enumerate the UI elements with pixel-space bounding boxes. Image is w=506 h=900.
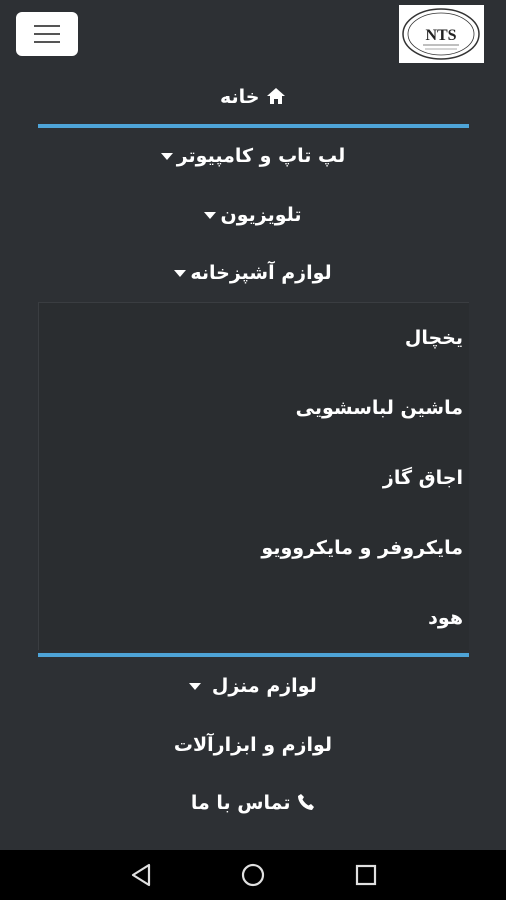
nav-item-kitchen[interactable]: لوازم آشپزخانه — [0, 262, 506, 284]
back-triangle-icon[interactable] — [127, 861, 155, 889]
svg-text:NTS: NTS — [425, 27, 456, 44]
system-navigation-bar — [0, 850, 506, 900]
submenu-item-microwave[interactable]: مایکروفر و مایکروویو — [261, 537, 463, 559]
home-circle-icon[interactable] — [239, 861, 267, 889]
nav-item-tools[interactable]: لوازم و ابزارآلات — [0, 734, 506, 756]
top-bar: NTS — [0, 0, 506, 70]
phone-icon — [298, 794, 315, 810]
nav-item-home-label: خانه — [219, 86, 260, 108]
nav-item-home[interactable]: خانه — [0, 86, 506, 108]
chevron-down-icon — [160, 153, 173, 160]
hamburger-icon-line — [34, 33, 60, 35]
nav-item-laptop[interactable]: لپ تاپ و کامپیوتر — [0, 145, 506, 167]
nav-item-kitchen-label: لوازم آشپزخانه — [190, 262, 332, 284]
hamburger-icon-line — [34, 41, 60, 43]
nav-item-laptop-label: لپ تاپ و کامپیوتر — [176, 145, 346, 167]
submenu-item-hood[interactable]: هود — [428, 607, 463, 629]
site-logo[interactable]: NTS — [399, 5, 484, 63]
nav-item-home-appliances[interactable]: لوازم منزل — [0, 675, 506, 697]
menu-toggle-button[interactable] — [16, 12, 78, 56]
recents-square-icon[interactable] — [352, 861, 380, 889]
chevron-down-icon — [204, 212, 217, 219]
nav-item-tv-label: تلویزیون — [220, 204, 302, 226]
nav-item-tools-label: لوازم و ابزارآلات — [173, 734, 333, 756]
hamburger-icon-line — [34, 25, 60, 27]
submenu-item-washing-machine[interactable]: ماشین لباسشویی — [296, 397, 463, 419]
nav-item-contact-label: تماس با ما — [190, 792, 291, 814]
nav-item-home-appliances-label: لوازم منزل — [211, 675, 317, 697]
divider-bottom — [38, 653, 469, 657]
submenu-item-stove[interactable]: اجاق گاز — [383, 467, 463, 489]
logo-icon: NTS — [402, 8, 480, 60]
nav-item-tv[interactable]: تلویزیون — [0, 204, 506, 226]
nav-item-contact[interactable]: تماس با ما — [0, 792, 506, 814]
kitchen-submenu: یخچال ماشین لباسشویی اجاق گاز مایکروفر و… — [38, 302, 469, 650]
divider-top — [38, 124, 469, 128]
chevron-down-icon — [174, 270, 187, 277]
home-icon — [267, 88, 286, 104]
chevron-down-icon — [189, 683, 202, 690]
submenu-item-refrigerator[interactable]: یخچال — [405, 327, 463, 349]
